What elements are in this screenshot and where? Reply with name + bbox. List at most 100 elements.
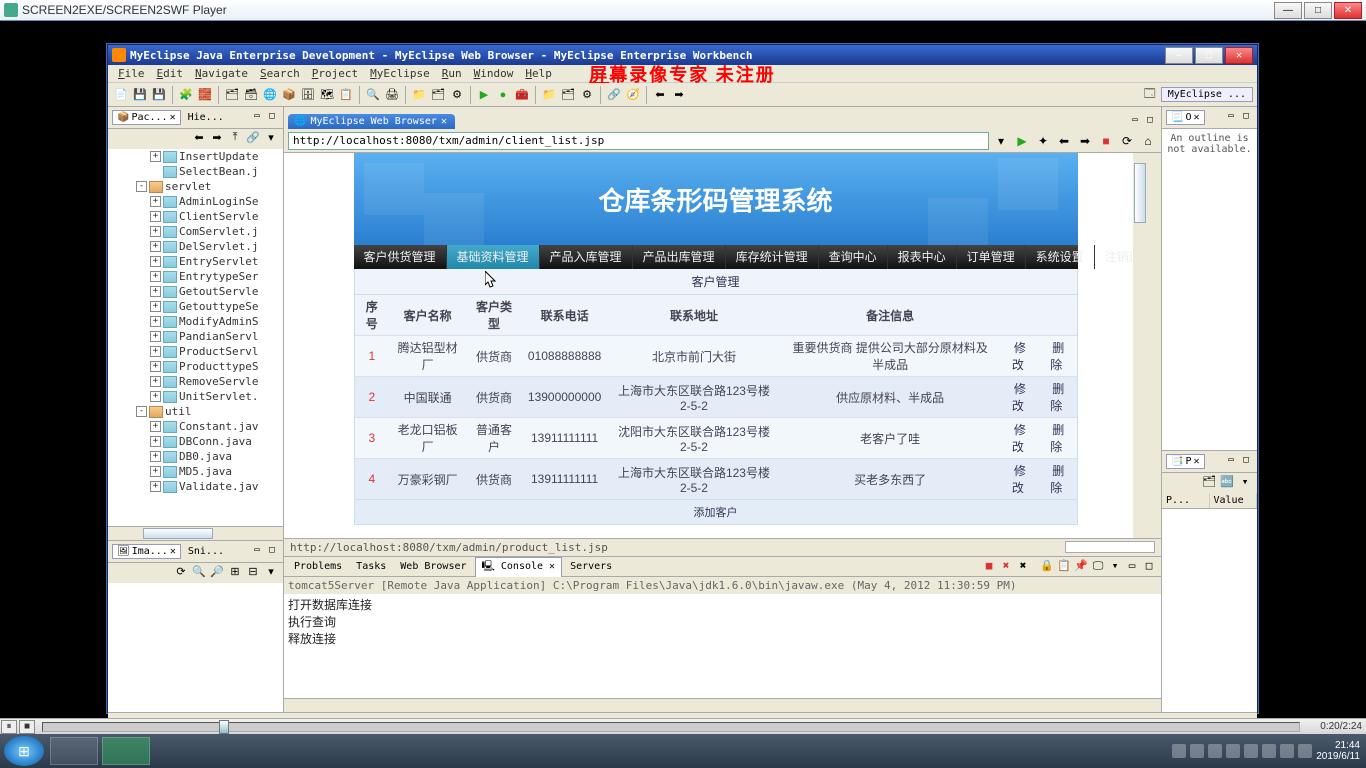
- tool-icon[interactable]: 🗂: [223, 86, 241, 104]
- start-button[interactable]: ⊞: [4, 736, 44, 766]
- tray-health-icon[interactable]: [1208, 744, 1222, 758]
- back-icon[interactable]: ⬅: [651, 86, 669, 104]
- menu-edit[interactable]: Edit: [151, 67, 190, 80]
- tool-icon[interactable]: 📋: [337, 86, 355, 104]
- close-tab-icon[interactable]: ✕: [441, 116, 447, 127]
- nav-item[interactable]: 订单管理: [957, 245, 1026, 269]
- edit-link[interactable]: 修改: [1012, 382, 1026, 413]
- display-icon[interactable]: 🖵: [1090, 559, 1106, 575]
- bottom-tab[interactable]: 🖳 Console ✕: [475, 557, 563, 577]
- tree-item[interactable]: SelectBean.j: [108, 164, 283, 179]
- nav-item[interactable]: 产品入库管理: [540, 245, 633, 269]
- menu-navigate[interactable]: Navigate: [189, 67, 254, 80]
- menu-project[interactable]: Project: [306, 67, 364, 80]
- tree-item[interactable]: +AdminLoginSe: [108, 194, 283, 209]
- minimize-pane-icon[interactable]: ▭: [250, 111, 264, 125]
- maximize-pane-icon[interactable]: □: [265, 111, 279, 125]
- tool-icon[interactable]: 🌐: [261, 86, 279, 104]
- tab-hierarchy[interactable]: Hie...: [183, 110, 229, 125]
- back-icon[interactable]: ⬅: [191, 131, 207, 147]
- nav-item[interactable]: 查询中心: [819, 245, 888, 269]
- pin-console-icon[interactable]: 📌: [1073, 559, 1089, 575]
- tool-icon[interactable]: 🧱: [196, 86, 214, 104]
- delete-link[interactable]: 删除: [1050, 382, 1064, 413]
- tree-item[interactable]: +ComServlet.j: [108, 224, 283, 239]
- nav-item[interactable]: 报表中心: [888, 245, 957, 269]
- menu-myeclipse[interactable]: MyEclipse: [364, 67, 436, 80]
- maximize-pane-icon[interactable]: □: [265, 545, 279, 559]
- vertical-scrollbar[interactable]: [1133, 153, 1147, 538]
- edit-link[interactable]: 修改: [1012, 464, 1026, 495]
- menu-help[interactable]: Help: [519, 67, 558, 80]
- taskbar-explorer-button[interactable]: [50, 737, 98, 765]
- tool-icon[interactable]: 🔍: [364, 86, 382, 104]
- package-explorer-tree[interactable]: +InsertUpdateSelectBean.j-servlet+AdminL…: [108, 149, 283, 526]
- tab-image-preview[interactable]: 🖼 Ima... ✕: [112, 544, 181, 559]
- tool-icon[interactable]: 🗂: [1201, 475, 1217, 491]
- tree-item[interactable]: +ClientServle: [108, 209, 283, 224]
- bottom-tab[interactable]: Servers: [564, 560, 618, 573]
- minimize-button[interactable]: —: [1274, 2, 1302, 19]
- browser-viewport[interactable]: 仓库条形码管理系统 客户供货管理基础资料管理产品入库管理产品出库管理库存统计管理…: [284, 153, 1161, 538]
- pause-button[interactable]: ⏸: [1, 720, 17, 734]
- remove-icon[interactable]: ✖: [998, 559, 1014, 575]
- tool-icon[interactable]: ⊞: [227, 565, 243, 581]
- tray-volume-icon[interactable]: [1280, 744, 1294, 758]
- tree-item[interactable]: -util: [108, 404, 283, 419]
- nav-item[interactable]: 客户供货管理: [354, 245, 447, 269]
- maximize-button[interactable]: □: [1304, 2, 1332, 19]
- tool-icon[interactable]: 🔎: [209, 565, 225, 581]
- ext-tools-icon[interactable]: 🧰: [513, 86, 531, 104]
- tray-network-icon[interactable]: [1298, 744, 1312, 758]
- tree-item[interactable]: +ModifyAdminS: [108, 314, 283, 329]
- minimize-pane-icon[interactable]: ▭: [1124, 559, 1140, 575]
- favorite-icon[interactable]: ✦: [1034, 132, 1052, 150]
- tool-icon[interactable]: 📁: [540, 86, 558, 104]
- tool-icon[interactable]: 🧩: [177, 86, 195, 104]
- menu-file[interactable]: File: [112, 67, 151, 80]
- minimize-pane-icon[interactable]: ▭: [1224, 455, 1238, 469]
- clear-console-icon[interactable]: 📋: [1056, 559, 1072, 575]
- tree-item[interactable]: +EntryServlet: [108, 254, 283, 269]
- tool-icon[interactable]: 📁: [410, 86, 428, 104]
- tool-icon[interactable]: ⟳: [173, 565, 189, 581]
- bottom-tab[interactable]: Web Browser: [394, 560, 472, 573]
- tab-outline[interactable]: 📃 O ✕: [1166, 110, 1205, 125]
- menu-icon[interactable]: ▾: [263, 131, 279, 147]
- url-input[interactable]: [288, 132, 989, 150]
- open-console-icon[interactable]: ▾: [1107, 559, 1123, 575]
- close-button[interactable]: ✕: [1334, 2, 1362, 19]
- maximize-pane-icon[interactable]: □: [1239, 111, 1253, 125]
- forward-icon[interactable]: ➡: [209, 131, 225, 147]
- debug-icon[interactable]: ▶: [475, 86, 493, 104]
- tray-icon[interactable]: [1172, 744, 1186, 758]
- nav-item[interactable]: 注销退出: [1095, 245, 1161, 269]
- tab-snippets[interactable]: Sni...: [183, 544, 229, 559]
- tool-icon[interactable]: 🧭: [624, 86, 642, 104]
- eclipse-close-button[interactable]: ✕: [1225, 47, 1253, 64]
- maximize-pane-icon[interactable]: □: [1141, 559, 1157, 575]
- tool-icon[interactable]: 🗃: [242, 86, 260, 104]
- tool-icon[interactable]: 📦: [280, 86, 298, 104]
- nav-item[interactable]: 基础资料管理: [447, 245, 540, 269]
- tree-item[interactable]: +Validate.jav: [108, 479, 283, 494]
- tree-item[interactable]: +PandianServl: [108, 329, 283, 344]
- new-icon[interactable]: 📄: [112, 86, 130, 104]
- maximize-editor-icon[interactable]: □: [1143, 115, 1157, 129]
- collapse-icon[interactable]: ⤒: [227, 131, 243, 147]
- tree-item[interactable]: +DelServlet.j: [108, 239, 283, 254]
- tray-icon[interactable]: [1244, 744, 1258, 758]
- remove-all-icon[interactable]: ✖: [1015, 559, 1031, 575]
- tool-icon[interactable]: ⚙: [448, 86, 466, 104]
- tool-icon[interactable]: 🔤: [1219, 475, 1235, 491]
- tool-icon[interactable]: 🗂: [429, 86, 447, 104]
- tree-item[interactable]: +MD5.java: [108, 464, 283, 479]
- tree-item[interactable]: +EntrytypeSer: [108, 269, 283, 284]
- edit-link[interactable]: 修改: [1012, 423, 1026, 454]
- editor-tab-browser[interactable]: 🌐 MyEclipse Web Browser ✕: [288, 114, 455, 129]
- stop-icon[interactable]: ■: [1097, 132, 1115, 150]
- tool-icon[interactable]: 🗺: [318, 86, 336, 104]
- minimize-editor-icon[interactable]: ▭: [1128, 115, 1142, 129]
- edit-link[interactable]: 修改: [1012, 341, 1026, 372]
- forward-icon[interactable]: ➡: [670, 86, 688, 104]
